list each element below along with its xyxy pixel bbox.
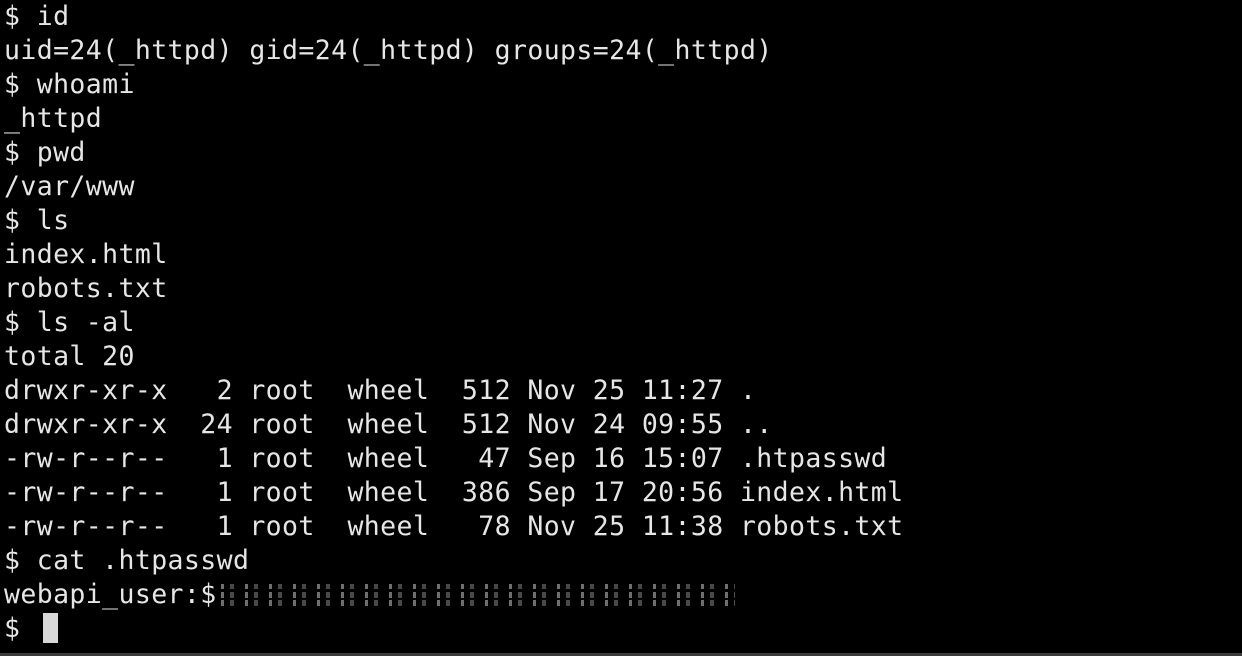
terminal-line: $ ls -al xyxy=(4,307,135,338)
terminal-line: -rw-r--r-- 1 root wheel 386 Sep 17 20:56… xyxy=(4,477,904,508)
terminal-line: -rw-r--r-- 1 root wheel 78 Nov 25 11:38 … xyxy=(4,511,904,542)
terminal-line: /var/www xyxy=(4,171,135,202)
terminal-line: $ id xyxy=(4,1,70,32)
redacted-password-hash xyxy=(216,584,735,606)
terminal-line: $ cat .htpasswd xyxy=(4,545,250,576)
terminal-line: drwxr-xr-x 24 root wheel 512 Nov 24 09:5… xyxy=(4,409,773,440)
terminal-line: robots.txt xyxy=(4,273,168,304)
terminal-line: index.html xyxy=(4,239,168,270)
terminal-line: $ ls xyxy=(4,205,70,236)
terminal-line: drwxr-xr-x 2 root wheel 512 Nov 25 11:27… xyxy=(4,375,757,406)
terminal-window[interactable]: $ id uid=24(_httpd) gid=24(_httpd) group… xyxy=(0,0,1242,656)
terminal-line: $ pwd xyxy=(4,137,86,168)
htpasswd-prefix: webapi_user:$ xyxy=(4,579,217,610)
terminal-line: total 20 xyxy=(4,341,135,372)
text-cursor xyxy=(42,613,58,643)
htpasswd-output-line: webapi_user:$ xyxy=(4,578,1242,612)
terminal-line: _httpd xyxy=(4,103,103,134)
terminal-line: -rw-r--r-- 1 root wheel 47 Sep 16 15:07 … xyxy=(4,443,888,474)
shell-prompt: $ xyxy=(4,613,37,644)
prompt-line[interactable]: $ xyxy=(4,612,1242,646)
terminal-line: $ whoami xyxy=(4,69,135,100)
terminal-line: uid=24(_httpd) gid=24(_httpd) groups=24(… xyxy=(4,35,773,66)
